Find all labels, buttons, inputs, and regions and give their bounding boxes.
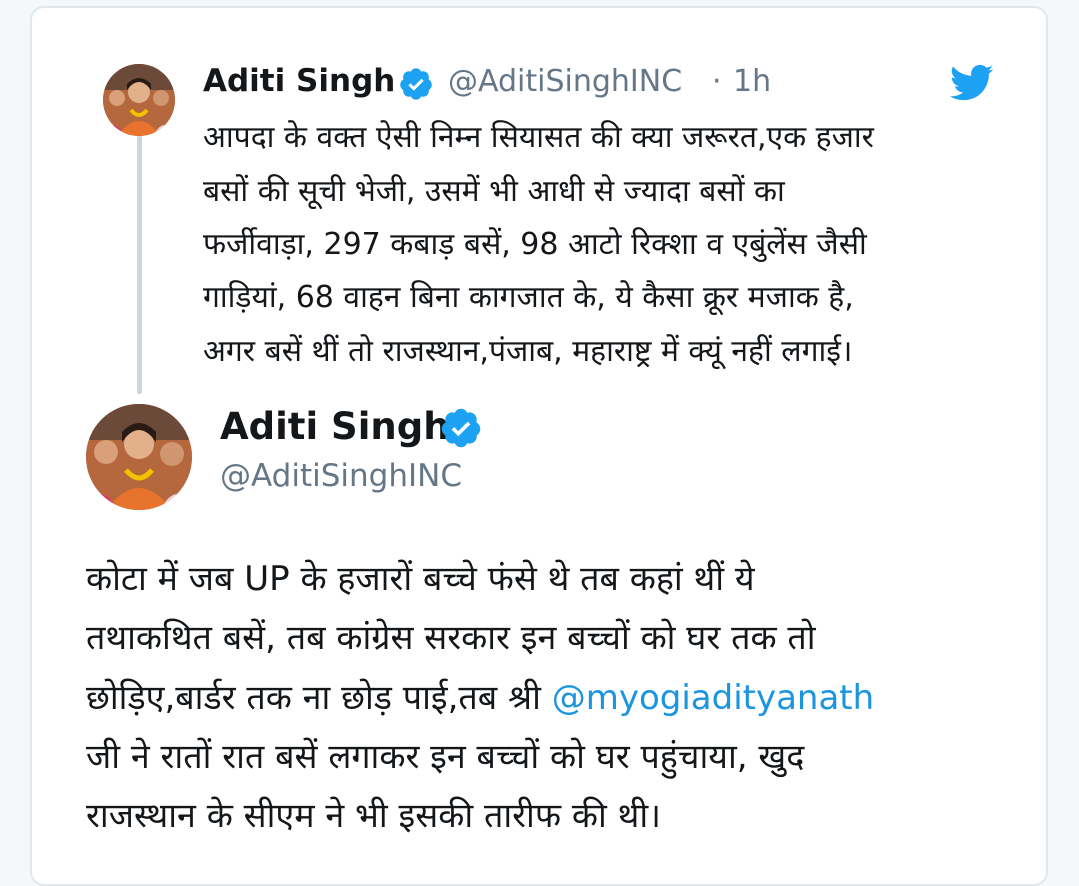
verified-badge-icon <box>400 68 432 100</box>
parent-separator: · <box>712 64 722 99</box>
avatar-main[interactable] <box>86 404 192 510</box>
parent-tweet-line-1: आपदा के वक्त ऐसी निम्न सियासत की क्या जर… <box>203 120 874 155</box>
main-tweet-line-3: छोड़िए,बार्डर तक ना छोड़ पाई,तब श्री @my… <box>86 673 874 719</box>
parent-author-name[interactable]: Aditi Singh <box>203 63 395 99</box>
main-tweet-line-4: जी ने रातों रात बसें लगाकर इन बच्चों को … <box>86 737 805 777</box>
verified-badge-icon <box>441 408 481 448</box>
main-author-name[interactable]: Aditi Singh <box>220 405 450 448</box>
parent-tweet-line-3: फर्जीवाड़ा, 297 कबाड़ बसें, 98 आटो रिक्श… <box>203 227 867 262</box>
thread-connector-line <box>137 136 142 394</box>
mention-link[interactable]: @myogiadityanath <box>552 678 875 718</box>
parent-tweet-line-4: गाड़ियां, 68 वाहन बिना कागजात के, ये कैस… <box>203 280 854 315</box>
parent-tweet-line-2: बसों की सूची भेजी, उसमें भी आधी से ज्याद… <box>203 174 785 209</box>
avatar-parent[interactable] <box>103 64 175 136</box>
twitter-bird-icon[interactable] <box>950 64 994 102</box>
main-tweet-line-5: राजस्थान के सीएम ने भी इसकी तारीफ की थी। <box>86 796 662 836</box>
main-tweet-line-2: तथाकथित बसें, तब कांग्रेस सरकार इन बच्चो… <box>86 618 816 658</box>
avatar-photo-icon <box>86 404 192 510</box>
parent-author-handle[interactable]: @AditiSinghINC <box>448 64 682 99</box>
parent-tweet-line-5: अगर बसें थीं तो राजस्थान,पंजाब, महाराष्ट… <box>203 334 853 369</box>
main-tweet-line-3-text: छोड़िए,बार्डर तक ना छोड़ पाई,तब श्री <box>86 678 552 718</box>
main-tweet-line-1: कोटा में जब UP के हजारों बच्चे फंसे थे त… <box>86 559 755 599</box>
avatar-photo-icon <box>103 64 175 136</box>
main-author-handle[interactable]: @AditiSinghINC <box>220 458 462 494</box>
parent-timestamp[interactable]: 1h <box>733 64 771 99</box>
